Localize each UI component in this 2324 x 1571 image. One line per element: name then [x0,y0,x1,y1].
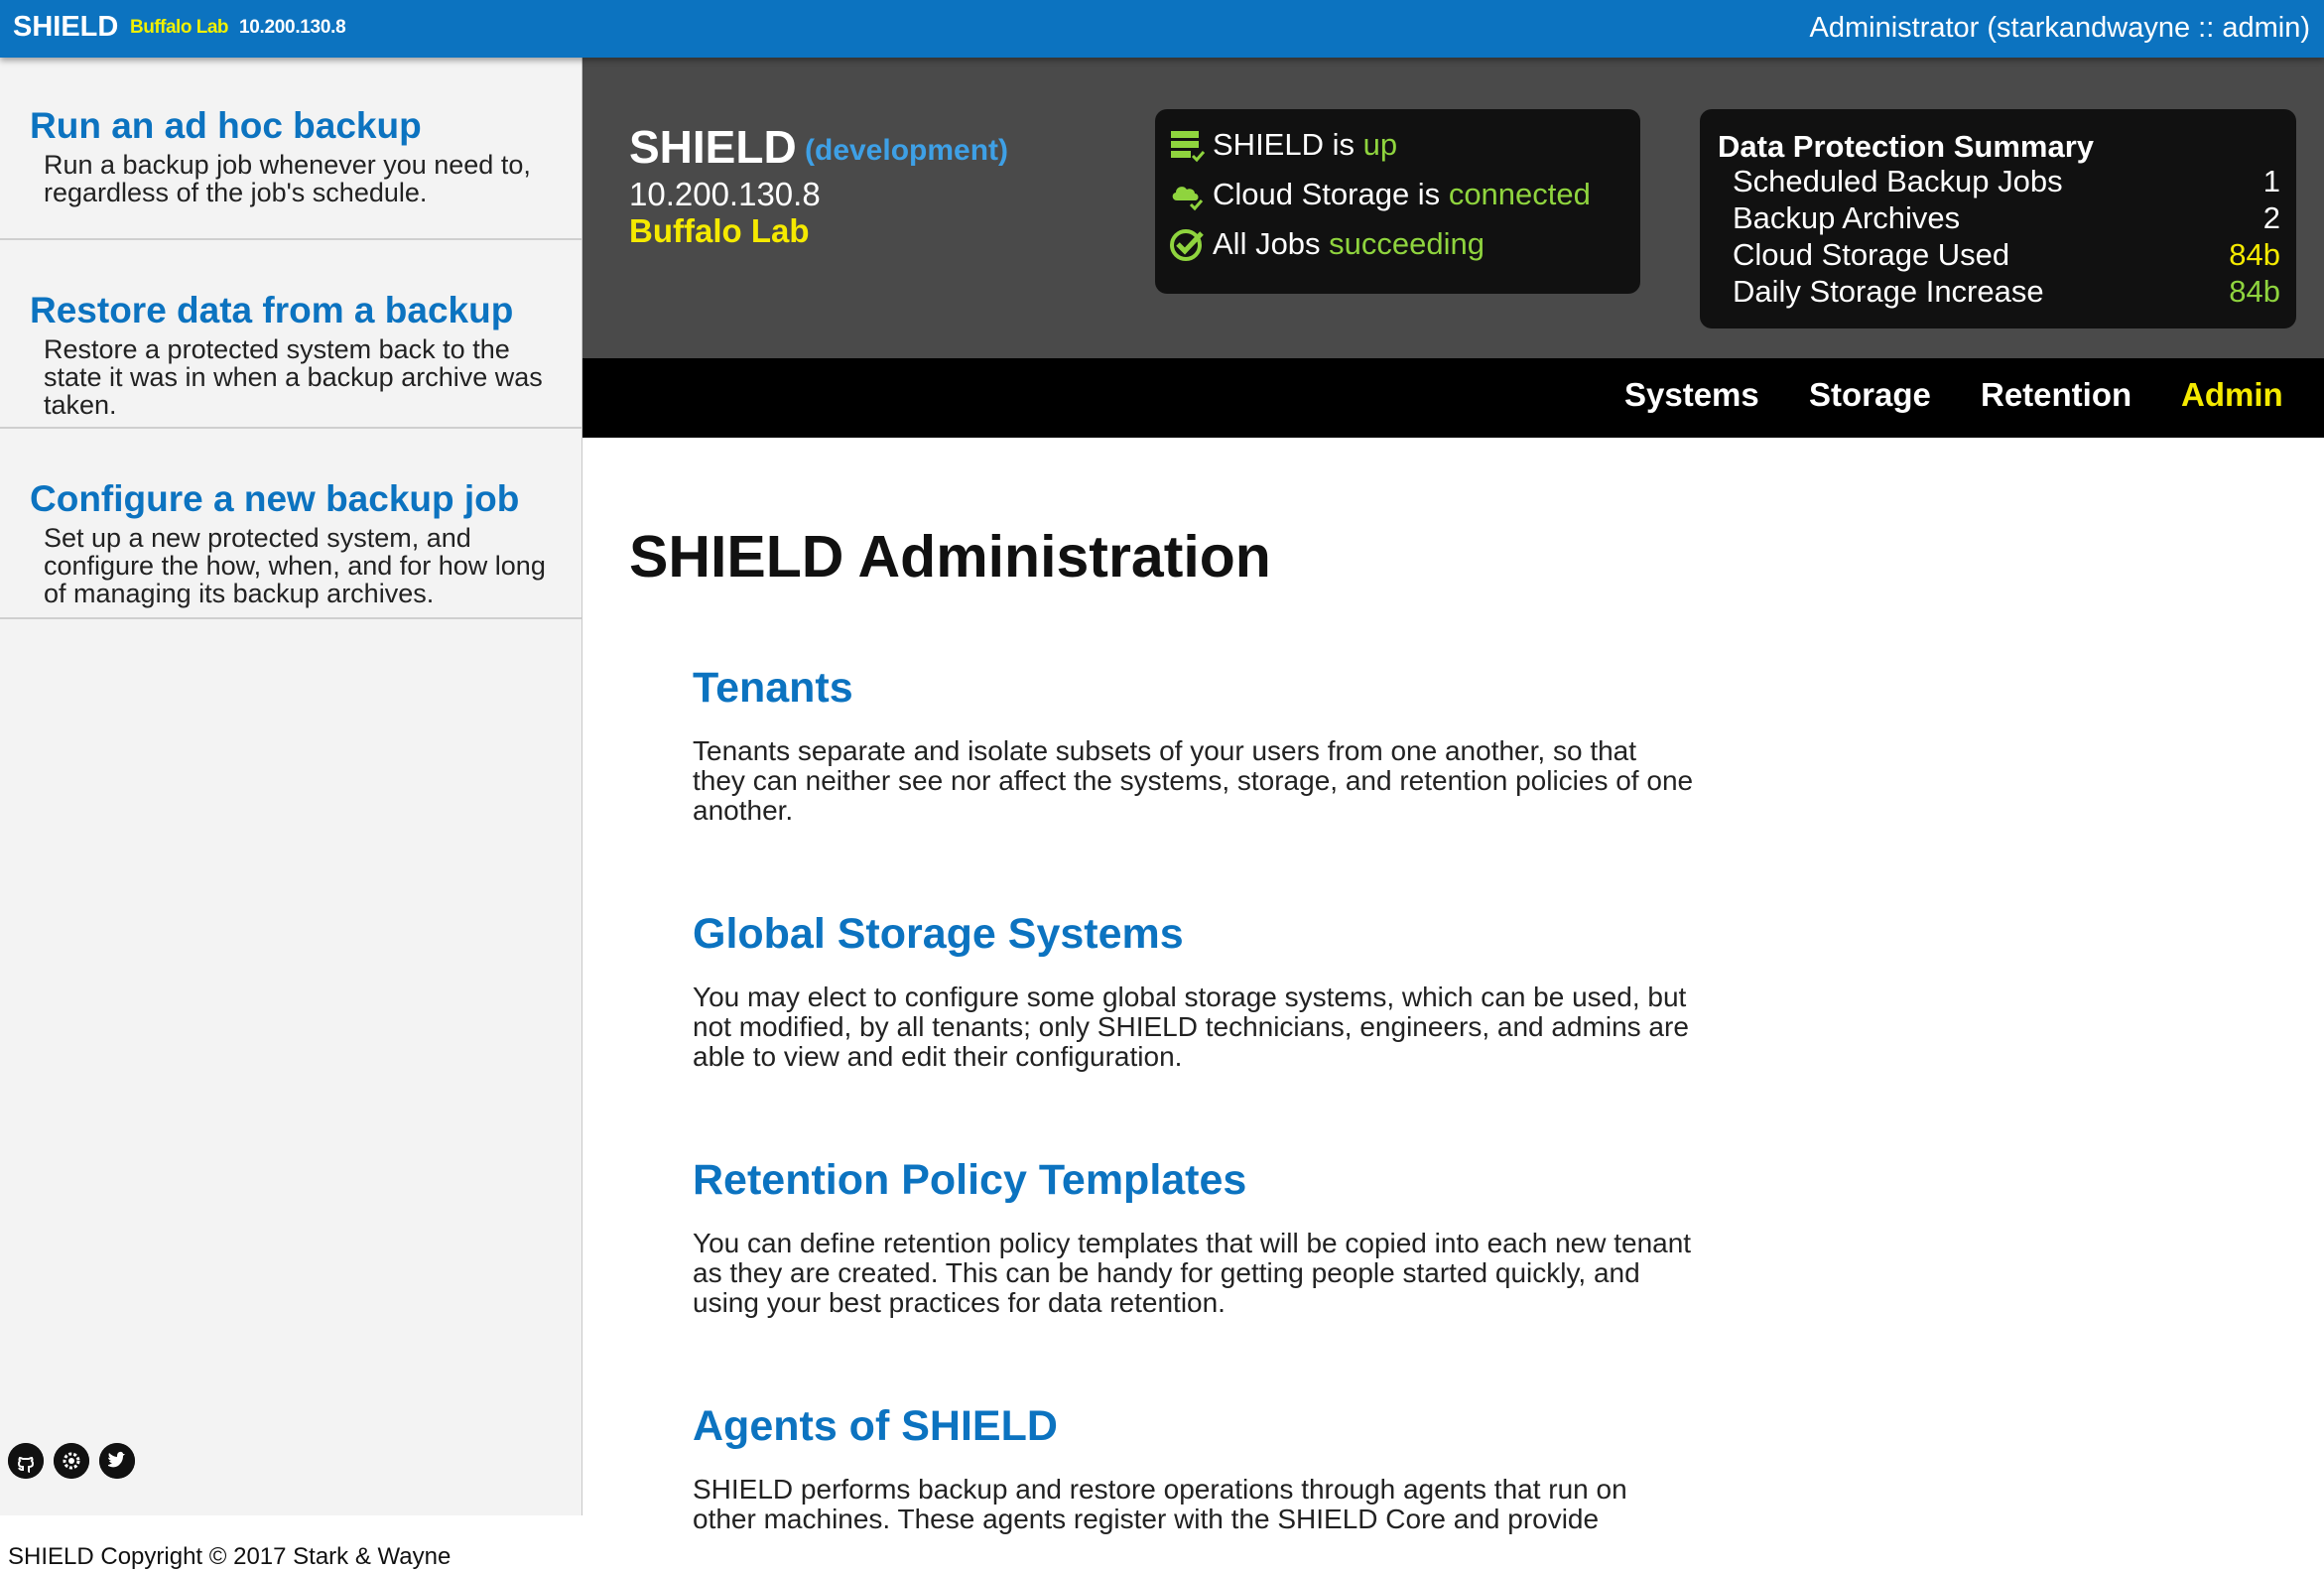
section-heading[interactable]: Agents of SHIELD [693,1402,1695,1451]
status-jobs-label: All Jobs [1213,226,1330,261]
summary-value: 1 [2262,164,2280,198]
status-core-label: SHIELD is [1213,127,1363,162]
section-heading[interactable]: Tenants [693,664,1695,713]
summary-value: 84b [2229,237,2280,272]
environment-name: Buffalo Lab [130,17,229,38]
main-content: SHIELD Administration Tenants Tenants se… [582,438,2324,1534]
sidebar-item-title[interactable]: Run an ad hoc backup [30,105,422,147]
status-storage-label: Cloud Storage is [1213,177,1449,211]
nav-retention[interactable]: Retention [1981,376,2131,414]
sidebar-item-desc: Set up a new protected system, and confi… [44,523,546,608]
admin-section-tenants: Tenants Tenants separate and isolate sub… [693,664,1695,826]
summary-label: Scheduled Backup Jobs [1733,164,2063,198]
section-text: You may elect to configure some global s… [693,982,1689,1072]
status-jobs: All Jobs succeeding [1169,226,1485,270]
section-text: You can define retention policy template… [693,1228,1692,1318]
summary-label: Backup Archives [1733,200,1961,235]
sidebar-item-desc: Restore a protected system back to the s… [44,334,543,420]
copyright: SHIELD Copyright © 2017 Stark & Wayne [8,1543,452,1570]
cloud-icon [1169,177,1205,212]
summary-row: Backup Archives 2 [1733,200,2280,236]
core-lab: Buffalo Lab [629,212,810,249]
sidebar-item-desc: Run a backup job whenever you need to, r… [44,150,531,207]
core-name: SHIELD [629,121,797,173]
status-core: SHIELD is up [1169,127,1397,171]
protection-summary: Data Protection Summary Scheduled Backup… [1700,109,2296,328]
sidebar-item-title[interactable]: Restore data from a backup [30,290,513,331]
admin-section-global-storage: Global Storage Systems You may elect to … [693,910,1695,1072]
gear-icon[interactable] [54,1443,89,1479]
nav-admin[interactable]: Admin [2181,376,2283,414]
summary-value: 2 [2262,200,2280,235]
summary-label: Daily Storage Increase [1733,274,2044,309]
core-environment: (development) [805,134,1009,167]
status-storage: Cloud Storage is connected [1169,177,1591,220]
admin-section-agents: Agents of SHIELD SHIELD performs backup … [693,1402,1695,1534]
twitter-icon[interactable] [99,1443,135,1479]
summary-row: Scheduled Backup Jobs 1 [1733,164,2280,199]
environment-ip: 10.200.130.8 [239,17,346,38]
status-core-value: up [1362,127,1398,162]
sidebar-item-configure-job[interactable]: Configure a new backup job Set up a new … [0,429,581,619]
section-text: Tenants separate and isolate subsets of … [693,735,1694,826]
core-ip: 10.200.130.8 [629,176,821,212]
health-status-box: SHIELD is up Cloud Storage is connected … [1155,109,1640,294]
summary-row: Cloud Storage Used 84b [1733,237,2280,273]
sidebar-item-restore[interactable]: Restore data from a backup Restore a pro… [0,240,581,429]
sidebar-item-adhoc-backup[interactable]: Run an ad hoc backup Run a backup job wh… [0,58,581,240]
summary-value: 84b [2229,274,2280,309]
user-menu[interactable]: Administrator (starkandwayne :: admin) [1810,12,2310,45]
check-circle-icon [1169,226,1205,262]
main-nav: Systems Storage Retention Admin [582,358,2324,438]
social-links [8,1443,145,1483]
top-bar: SHIELD Buffalo Lab 10.200.130.8 Administ… [0,0,2324,58]
nav-systems[interactable]: Systems [1624,376,1759,414]
summary-title: Data Protection Summary [1718,129,2094,164]
header-panel: SHIELD (development) 10.200.130.8 Buffal… [582,58,2324,358]
summary-label: Cloud Storage Used [1733,237,2010,272]
nav-storage[interactable]: Storage [1809,376,1931,414]
github-icon[interactable] [8,1443,44,1479]
section-heading[interactable]: Global Storage Systems [693,910,1695,959]
status-storage-value: connected [1448,177,1591,211]
status-jobs-value: succeeding [1329,226,1485,261]
section-text: SHIELD performs backup and restore opera… [693,1474,1627,1534]
admin-section-retention-templates: Retention Policy Templates You can defin… [693,1156,1695,1318]
sidebar-item-title[interactable]: Configure a new backup job [30,478,519,520]
server-icon [1169,127,1206,163]
sidebar: Run an ad hoc backup Run a backup job wh… [0,58,582,1570]
section-heading[interactable]: Retention Policy Templates [693,1156,1695,1205]
page-title: SHIELD Administration [629,524,1271,589]
brand-logo[interactable]: SHIELD [13,11,118,44]
summary-row: Daily Storage Increase 84b [1733,274,2280,310]
